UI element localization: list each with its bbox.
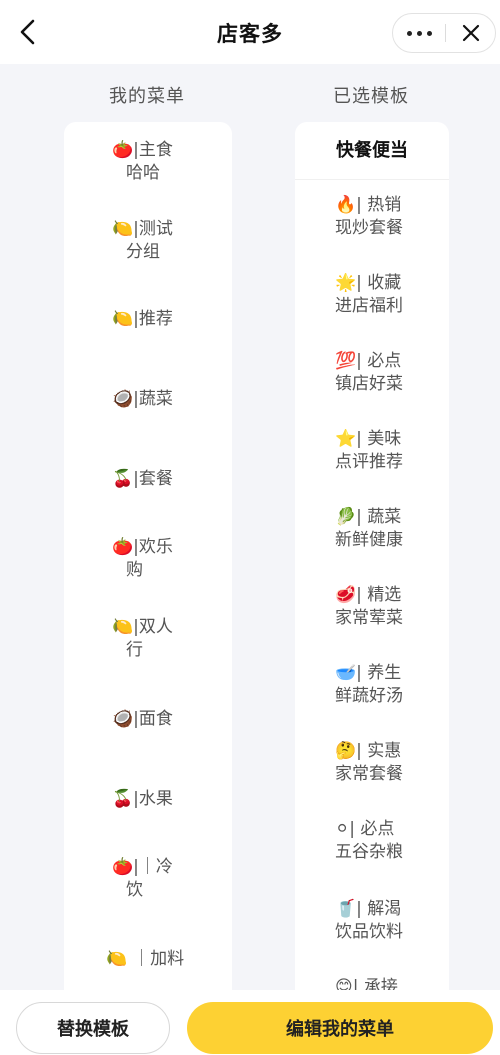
template-item-label-cont: 镇店好菜 — [335, 374, 403, 394]
template-item-label-cont: 新鲜健康 — [335, 530, 403, 550]
list-item[interactable]: 🍅|｜冷饮 — [64, 856, 232, 902]
template-item-label: | 收藏 — [356, 273, 402, 293]
template-item: 🥣| 养生鲜蔬好汤 — [335, 662, 445, 708]
edit-my-menu-button[interactable]: 编辑我的菜单 — [187, 1002, 493, 1054]
template-item-label-cont: 进店福利 — [335, 296, 403, 316]
template-item: 🥩| 精选家常荤菜 — [335, 584, 445, 630]
template-item: 🔥| 热销现炒套餐 — [335, 194, 445, 240]
selected-template-heading: 已选模板 — [333, 86, 409, 107]
replace-template-button[interactable]: 替换模板 — [16, 1002, 170, 1054]
template-item-label: | 热销 — [356, 195, 402, 215]
lemon-icon: 🍋 — [112, 309, 134, 329]
list-item-label: |推荐 — [133, 309, 173, 329]
my-menu-list: 🍅|主食 哈哈 🍋|测试 分组 🍋|推荐 🥥|蔬菜 🍒|套餐 🍅|欢乐购 🍋|双人行… — [64, 122, 232, 1022]
list-item-label: |主食 — [133, 140, 173, 160]
tomato-icon: 🍅 — [112, 537, 134, 557]
list-item[interactable]: 🍒|水果 — [64, 788, 232, 811]
list-item-label: |套餐 — [133, 469, 173, 489]
bottom-action-bar: 替换模板 编辑我的菜单 — [0, 990, 500, 1055]
list-item-label-cont: 饮 — [126, 880, 143, 900]
template-name: 快餐便当 — [336, 140, 408, 161]
list-item-label: |｜冷 — [133, 857, 173, 877]
list-item[interactable]: 🍋|测试分组 — [64, 218, 232, 264]
template-item: 🤔| 实惠家常套餐 — [335, 740, 445, 786]
list-item[interactable]: 🍒|套餐 — [64, 468, 232, 491]
list-item-label: |水果 — [133, 789, 173, 809]
template-item: ⚪| 必点五谷杂粮 — [335, 818, 445, 864]
list-item-label: ｜加料 — [133, 949, 185, 969]
hundred-points-icon: 💯 — [335, 351, 357, 371]
tomato-icon: 🍅 — [112, 857, 134, 877]
glowing-star-icon: 🌟 — [335, 273, 357, 293]
list-item[interactable]: 🍋|推荐 — [64, 308, 232, 331]
template-item-label-cont: 现炒套餐 — [335, 218, 403, 238]
template-item-label-cont: 家常套餐 — [335, 764, 403, 784]
my-menu-heading: 我的菜单 — [109, 86, 185, 107]
coconut-icon: 🥥 — [112, 709, 134, 729]
tomato-icon: 🍅 — [112, 140, 134, 160]
meat-icon: 🥩 — [335, 585, 357, 605]
template-item-label: | 必点 — [356, 351, 402, 371]
template-item-label-cont: 五谷杂粮 — [335, 842, 403, 862]
list-item[interactable]: 🍅|欢乐购 — [64, 536, 232, 582]
list-item-label: |双人 — [133, 617, 173, 637]
list-item-label: |欢乐 — [133, 537, 173, 557]
template-item-label: | 解渴 — [356, 899, 402, 919]
list-item[interactable]: 🍋 ｜加料 — [64, 948, 232, 971]
close-icon — [462, 24, 480, 42]
template-item-label-cont: 家常荤菜 — [335, 608, 403, 628]
template-item: 🥬| 蔬菜新鲜健康 — [335, 506, 445, 552]
template-item: 🌟| 收藏进店福利 — [335, 272, 445, 318]
template-item-label-cont: 鲜蔬好汤 — [335, 686, 403, 706]
thinking-face-icon: 🤔 — [335, 741, 357, 761]
leafy-green-icon: 🥬 — [335, 507, 357, 527]
list-item[interactable]: 🥥|蔬菜 — [64, 388, 232, 411]
drink-cup-icon: 🥤 — [335, 899, 357, 919]
soup-bowl-icon: 🥣 — [335, 663, 357, 683]
template-item-label: | 精选 — [356, 585, 402, 605]
close-button[interactable] — [446, 14, 496, 52]
more-dot — [416, 30, 422, 36]
list-item-label-cont: 分组 — [126, 242, 160, 262]
list-item-label-cont: 购 — [126, 560, 143, 580]
list-item-label-cont: 哈哈 — [126, 163, 160, 183]
template-item-label: | 必点 — [349, 819, 395, 839]
cherries-icon: 🍒 — [112, 469, 134, 489]
lemon-icon: 🍋 — [106, 949, 128, 969]
template-item-label-cont: 点评推荐 — [335, 452, 403, 472]
template-item: ⭐| 美味点评推荐 — [335, 428, 445, 474]
template-item-label-cont: 饮品饮料 — [335, 922, 403, 942]
fire-icon: 🔥 — [335, 195, 357, 215]
template-item: 💯| 必点镇店好菜 — [335, 350, 445, 396]
list-item-label: |面食 — [133, 709, 173, 729]
lemon-icon: 🍋 — [112, 219, 134, 239]
star-icon: ⭐ — [335, 429, 357, 449]
grain-ball-icon: ⚪ — [335, 819, 350, 839]
selected-template-list: 快餐便当 🔥| 热销 现炒套餐 🌟| 收藏 进店福利 💯| 必点 镇店好菜 ⭐| 美味… — [295, 122, 449, 1022]
cherries-icon: 🍒 — [112, 789, 134, 809]
list-item[interactable]: 🍅|主食哈哈 — [64, 139, 232, 185]
list-item-label: |测试 — [133, 219, 173, 239]
list-item-label-cont: 行 — [126, 640, 143, 660]
mini-program-capsule — [392, 13, 496, 53]
more-button[interactable] — [393, 14, 445, 52]
list-item-label: |蔬菜 — [133, 389, 173, 409]
template-item-label: | 蔬菜 — [356, 507, 402, 527]
list-item[interactable]: 🍋|双人行 — [64, 616, 232, 662]
divider — [295, 179, 449, 180]
more-dot — [406, 30, 412, 36]
list-item[interactable]: 🥥|面食 — [64, 708, 232, 731]
template-item-label: | 美味 — [356, 429, 402, 449]
coconut-icon: 🥥 — [112, 389, 134, 409]
more-dot — [426, 30, 432, 36]
template-item: 🥤| 解渴饮品饮料 — [335, 898, 445, 944]
lemon-icon: 🍋 — [112, 617, 134, 637]
template-item-label: | 养生 — [356, 663, 402, 683]
template-item-label: | 实惠 — [356, 741, 402, 761]
nav-bar: 店客多 — [0, 0, 500, 64]
